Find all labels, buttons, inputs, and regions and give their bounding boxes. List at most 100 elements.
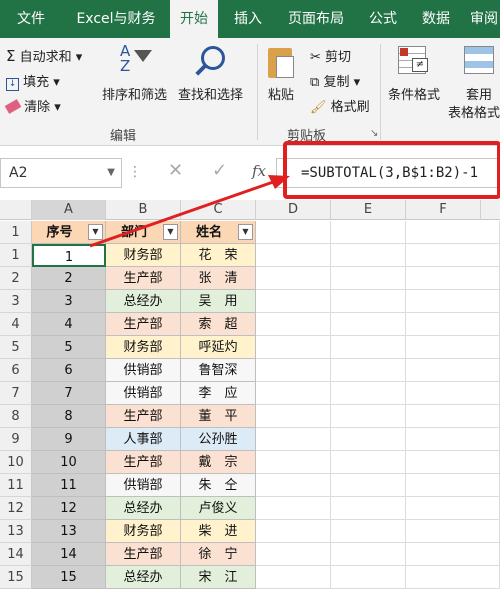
row-header[interactable]: 8 — [0, 405, 32, 428]
autosum-button[interactable]: Σ 自动求和 ▾ — [6, 46, 82, 65]
cell-no[interactable]: 4 — [32, 313, 106, 336]
row-header[interactable]: 15 — [0, 566, 32, 589]
empty-cell[interactable] — [256, 244, 331, 267]
empty-cell[interactable] — [406, 221, 500, 244]
cell-name[interactable]: 索 超 — [181, 313, 256, 336]
tab-home[interactable]: 开始 — [170, 0, 218, 38]
cell-no[interactable]: 7 — [32, 382, 106, 405]
format-painter-button[interactable]: 🖌 格式刷 — [310, 96, 370, 115]
empty-cell[interactable] — [406, 313, 500, 336]
dialog-launcher-icon[interactable]: ↘ — [370, 128, 378, 139]
tab-page-layout[interactable]: 页面布局 — [276, 0, 356, 38]
paste-button[interactable]: 粘贴 — [268, 84, 294, 103]
empty-cell[interactable] — [331, 497, 406, 520]
insert-function-icon[interactable]: fx — [252, 162, 266, 180]
empty-cell[interactable] — [331, 405, 406, 428]
find-select-button[interactable]: 查找和选择 — [178, 84, 243, 103]
empty-cell[interactable] — [406, 566, 500, 589]
cell-dept[interactable]: 生产部 — [106, 313, 181, 336]
cell-no[interactable]: 9 — [32, 428, 106, 451]
column-header-a[interactable]: A — [32, 200, 106, 220]
row-header[interactable]: 7 — [0, 382, 32, 405]
empty-cell[interactable] — [406, 543, 500, 566]
empty-cell[interactable] — [331, 451, 406, 474]
cell-dept[interactable]: 供销部 — [106, 382, 181, 405]
select-all-corner[interactable] — [0, 200, 32, 220]
empty-cell[interactable] — [406, 290, 500, 313]
empty-cell[interactable] — [331, 520, 406, 543]
cell-no[interactable]: 1 — [32, 244, 106, 267]
cell-no[interactable]: 14 — [32, 543, 106, 566]
cell-dept[interactable]: 总经办 — [106, 566, 181, 589]
empty-cell[interactable] — [256, 382, 331, 405]
tab-data[interactable]: 数据 — [412, 0, 460, 38]
empty-cell[interactable] — [256, 520, 331, 543]
empty-cell[interactable] — [256, 313, 331, 336]
empty-cell[interactable] — [406, 336, 500, 359]
cell-dept[interactable]: 生产部 — [106, 267, 181, 290]
empty-cell[interactable] — [256, 405, 331, 428]
cell-no[interactable]: 12 — [32, 497, 106, 520]
column-header-d[interactable]: D — [256, 200, 331, 220]
copy-button[interactable]: ⧉ 复制 ▾ — [310, 71, 360, 90]
cell-no[interactable]: 6 — [32, 359, 106, 382]
cell-no[interactable]: 11 — [32, 474, 106, 497]
fill-button[interactable]: ↓ 填充 ▾ — [6, 71, 60, 91]
empty-cell[interactable] — [256, 336, 331, 359]
cell-name[interactable]: 呼延灼 — [181, 336, 256, 359]
cell-dept[interactable]: 财务部 — [106, 244, 181, 267]
cell-dept[interactable]: 总经办 — [106, 497, 181, 520]
cell-no[interactable]: 10 — [32, 451, 106, 474]
row-header[interactable]: 10 — [0, 451, 32, 474]
header-cell-no[interactable]: 序号 ▼ — [32, 221, 106, 244]
table-format-button[interactable]: 套用 — [466, 84, 492, 103]
row-header[interactable]: 4 — [0, 313, 32, 336]
cell-name[interactable]: 戴 宗 — [181, 451, 256, 474]
empty-cell[interactable] — [331, 290, 406, 313]
chevron-down-icon[interactable]: ▼ — [107, 159, 115, 187]
cancel-icon[interactable]: ✕ — [168, 160, 183, 181]
empty-cell[interactable] — [256, 428, 331, 451]
cell-name[interactable]: 张 清 — [181, 267, 256, 290]
row-header[interactable]: 2 — [0, 267, 32, 290]
cell-dept[interactable]: 财务部 — [106, 520, 181, 543]
empty-cell[interactable] — [256, 451, 331, 474]
filter-dropdown-icon[interactable]: ▼ — [238, 224, 253, 240]
tab-file[interactable]: 文件 — [0, 0, 62, 38]
cut-button[interactable]: ✂ 剪切 — [310, 46, 351, 65]
header-cell-dept[interactable]: 部门 ▼ — [106, 221, 181, 244]
empty-cell[interactable] — [256, 474, 331, 497]
cell-name[interactable]: 徐 宁 — [181, 543, 256, 566]
column-header-f[interactable]: F — [406, 200, 481, 220]
cell-no[interactable]: 8 — [32, 405, 106, 428]
empty-cell[interactable] — [406, 451, 500, 474]
empty-cell[interactable] — [256, 267, 331, 290]
tab-review[interactable]: 审阅 — [464, 0, 500, 38]
empty-cell[interactable] — [331, 244, 406, 267]
row-header[interactable]: 3 — [0, 290, 32, 313]
empty-cell[interactable] — [256, 543, 331, 566]
cell-dept[interactable]: 生产部 — [106, 405, 181, 428]
cell-dept[interactable]: 生产部 — [106, 543, 181, 566]
empty-cell[interactable] — [331, 336, 406, 359]
cell-name[interactable]: 吴 用 — [181, 290, 256, 313]
empty-cell[interactable] — [256, 290, 331, 313]
row-header[interactable]: 14 — [0, 543, 32, 566]
cell-dept[interactable]: 供销部 — [106, 474, 181, 497]
row-header[interactable]: 5 — [0, 336, 32, 359]
header-cell-name[interactable]: 姓名 ▼ — [181, 221, 256, 244]
cell-name[interactable]: 董 平 — [181, 405, 256, 428]
filter-dropdown-icon[interactable]: ▼ — [88, 224, 103, 240]
cell-dept[interactable]: 财务部 — [106, 336, 181, 359]
row-header[interactable]: 11 — [0, 474, 32, 497]
enter-checkmark-icon[interactable]: ✓ — [212, 160, 227, 181]
empty-cell[interactable] — [256, 221, 331, 244]
clear-button[interactable]: 清除 ▾ — [4, 96, 61, 115]
empty-cell[interactable] — [331, 267, 406, 290]
empty-cell[interactable] — [406, 244, 500, 267]
row-header[interactable]: 1 — [0, 244, 32, 267]
cell-name[interactable]: 卢俊义 — [181, 497, 256, 520]
cell-name[interactable]: 柴 进 — [181, 520, 256, 543]
empty-cell[interactable] — [406, 474, 500, 497]
empty-cell[interactable] — [406, 359, 500, 382]
